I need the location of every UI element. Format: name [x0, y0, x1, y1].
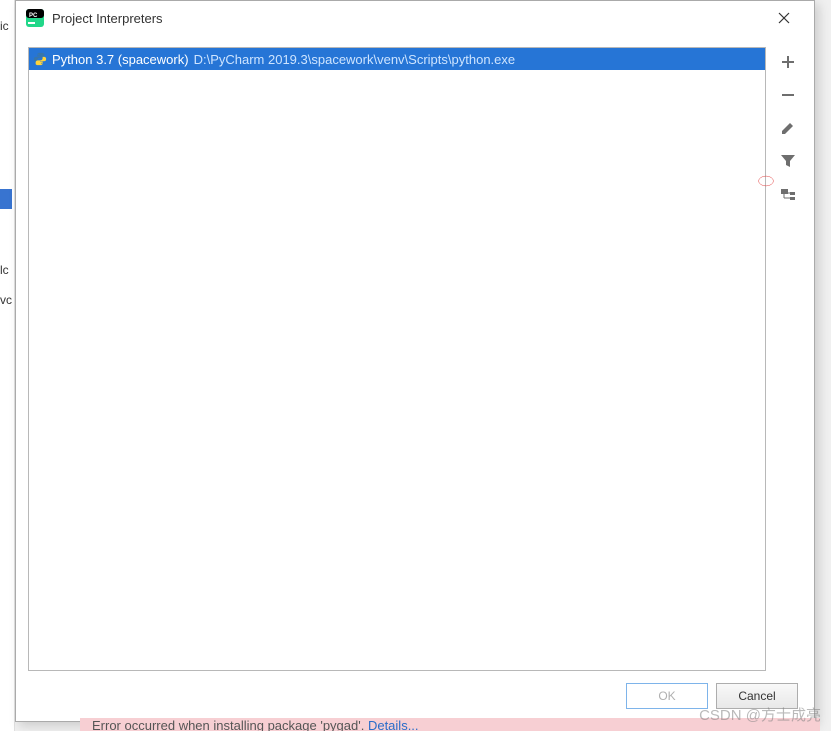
- close-button[interactable]: [764, 4, 804, 32]
- show-paths-button[interactable]: [776, 183, 800, 205]
- toolbar: [774, 47, 802, 671]
- error-banner: Error occurred when installing package '…: [80, 718, 820, 731]
- pycharm-icon: PC: [26, 9, 44, 27]
- project-interpreters-dialog: PC Project Interpreters Python 3.7 (spac: [15, 0, 815, 722]
- interpreter-item[interactable]: Python 3.7 (spacework) D:\PyCharm 2019.3…: [29, 48, 765, 70]
- bg-label: lc: [0, 263, 9, 277]
- filter-button[interactable]: [776, 150, 800, 172]
- cancel-button[interactable]: Cancel: [716, 683, 798, 709]
- bg-label: ic: [0, 19, 9, 33]
- interpreter-path: D:\PyCharm 2019.3\spacework\venv\Scripts…: [194, 52, 516, 67]
- bg-label: vc: [0, 293, 12, 307]
- remove-button[interactable]: [776, 84, 800, 106]
- titlebar: PC Project Interpreters: [16, 1, 814, 35]
- dialog-title: Project Interpreters: [52, 11, 764, 26]
- dialog-footer: OK Cancel: [16, 671, 814, 721]
- error-details-link[interactable]: Details...: [368, 718, 419, 731]
- edit-button[interactable]: [776, 117, 800, 139]
- ok-button[interactable]: OK: [626, 683, 708, 709]
- python-icon: [33, 52, 47, 66]
- interpreter-list[interactable]: Python 3.7 (spacework) D:\PyCharm 2019.3…: [28, 47, 766, 671]
- interpreter-name: Python 3.7 (spacework): [52, 52, 189, 67]
- svg-text:PC: PC: [29, 13, 38, 19]
- add-button[interactable]: [776, 51, 800, 73]
- error-text: Error occurred when installing package '…: [92, 718, 368, 731]
